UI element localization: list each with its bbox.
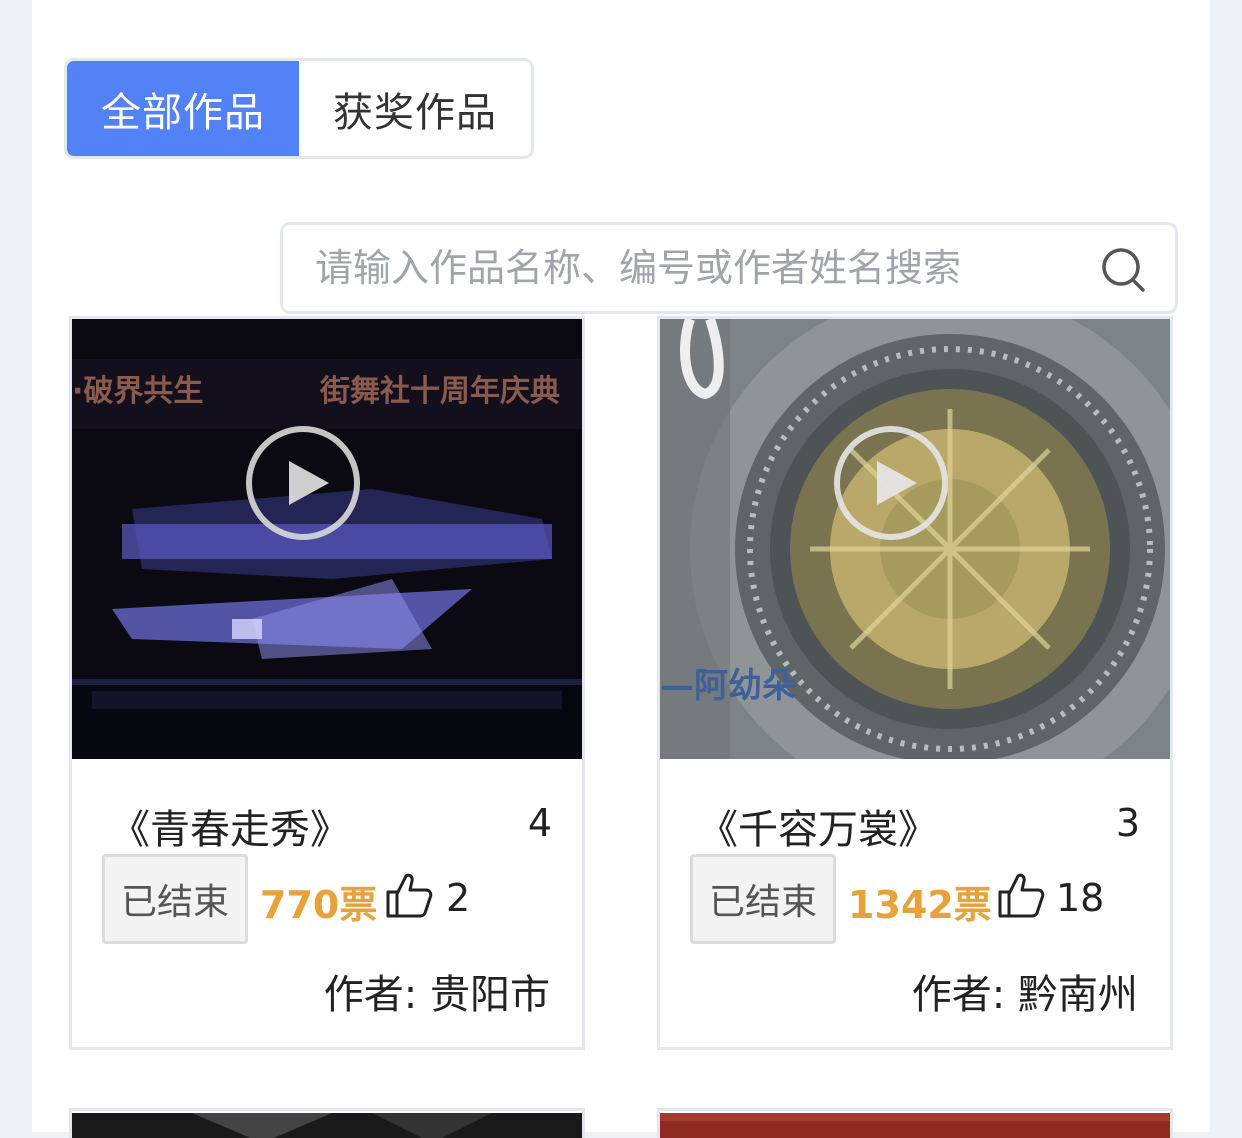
search-bar [280,222,1178,314]
work-title: 《青春走秀》 [110,807,350,853]
video-thumbnail[interactable]: —阿幼朵 [660,319,1170,759]
partial-thumbnail-image [660,1113,1170,1138]
work-author: 作者: 贵阳市 [323,972,550,1018]
play-icon[interactable] [831,423,951,543]
thumbnail-caption-text: —阿幼朵 [660,666,796,706]
vote-count: 770票 [260,883,378,927]
video-thumbnail[interactable]: ·破界共生 街舞社十周年庆典 [72,319,582,759]
vote-count: 1342票 [848,883,992,927]
work-card-partial[interactable] [69,1108,585,1138]
work-card[interactable]: ·破界共生 街舞社十周年庆典 《青春走秀》 4 已结束 770票 2 作者: 贵… [69,316,585,1050]
tab-award-works[interactable]: 获奖作品 [299,61,531,156]
play-icon[interactable] [243,423,363,543]
status-badge: 已结束 [690,854,836,944]
status-badge: 已结束 [102,854,248,944]
search-input[interactable] [315,246,1075,290]
thumbnail-banner-text-1: ·破界共生 [72,374,203,409]
work-title: 《千容万裳》 [698,807,938,853]
thumbnail-banner-text-2: 街舞社十周年庆典 [319,374,560,409]
tab-all-works[interactable]: 全部作品 [67,61,299,156]
partial-thumbnail-image [72,1113,582,1138]
work-number: 3 [1115,801,1140,845]
work-card-partial[interactable] [657,1108,1173,1138]
thumbs-up-icon[interactable] [384,870,434,920]
search-icon[interactable] [1101,247,1147,293]
work-card[interactable]: —阿幼朵 《千容万裳》 3 已结束 1342票 18 作者: 黔南州 [657,316,1173,1050]
thumbs-up-icon[interactable] [996,870,1046,920]
work-number: 4 [527,801,552,845]
page-container: 全部作品 获奖作品 ·破界共生 街舞社十周年庆典 [32,0,1210,1138]
work-author: 作者: 黔南州 [911,972,1138,1018]
filter-tabs: 全部作品 获奖作品 [64,58,534,159]
like-count: 18 [1056,876,1105,920]
like-count: 2 [446,876,471,920]
